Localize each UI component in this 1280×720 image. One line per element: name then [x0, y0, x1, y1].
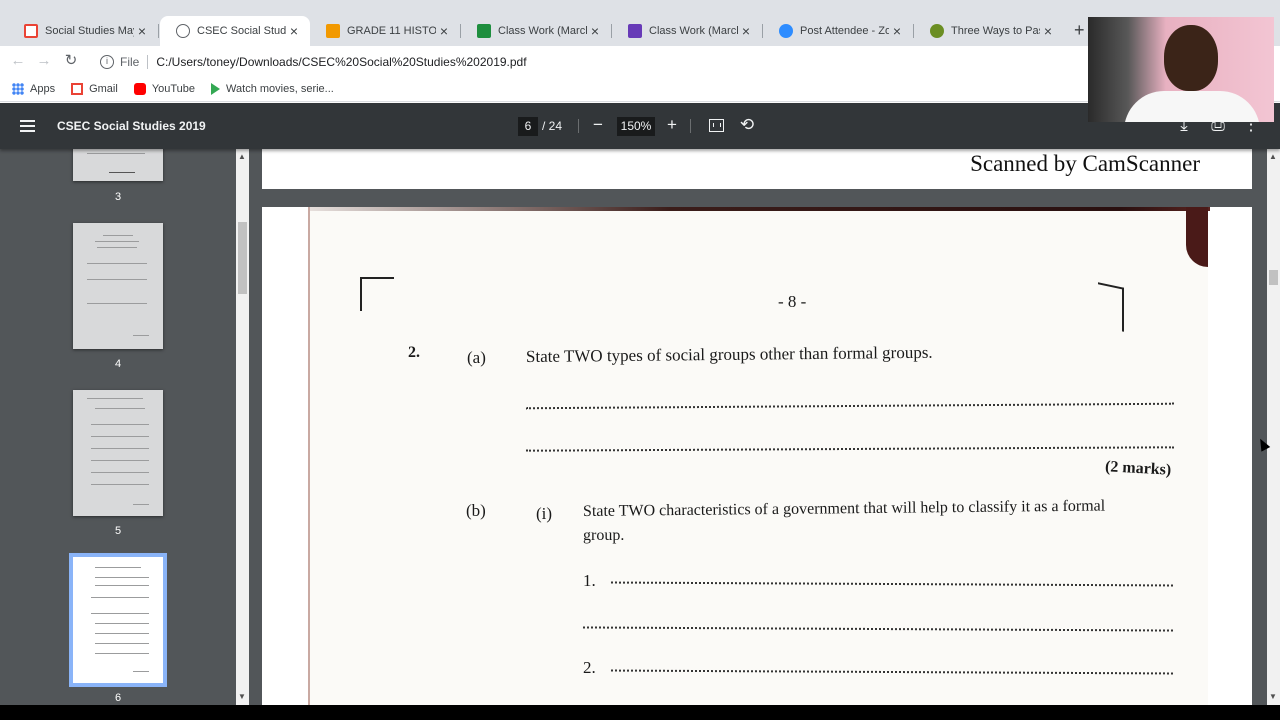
zoom-out-button[interactable]: −: [588, 115, 608, 135]
close-tab-icon[interactable]: ×: [587, 23, 603, 39]
gmail-icon: [24, 24, 38, 38]
presenter-head: [1164, 25, 1218, 91]
close-tab-icon[interactable]: ×: [738, 23, 754, 39]
tab-zoom[interactable]: Post Attendee - Zoom ×: [763, 16, 914, 46]
page-number-input[interactable]: 6: [518, 117, 538, 136]
thumbnail-page-6[interactable]: [69, 553, 167, 687]
close-tab-icon[interactable]: ×: [134, 23, 150, 39]
camscanner-watermark: Scanned by CamScanner: [970, 151, 1200, 176]
close-tab-icon[interactable]: ×: [436, 23, 452, 39]
bookmark-label: Watch movies, serie...: [226, 82, 334, 95]
tab-classwork-1[interactable]: Class Work (March 9, ×: [461, 16, 612, 46]
webcam-overlay: [1088, 17, 1274, 122]
scroll-down-arrow-icon[interactable]: ▼: [238, 692, 246, 701]
gmail-icon: [71, 82, 84, 95]
marks-label: (2 marks): [1104, 458, 1172, 479]
close-tab-icon[interactable]: ×: [889, 23, 905, 39]
back-button[interactable]: ←: [8, 51, 28, 71]
tab-title: Social Studies May 20: [45, 25, 134, 37]
forward-button[interactable]: →: [34, 51, 54, 71]
url-text[interactable]: C:/Users/toney/Downloads/CSEC%20Social%2…: [156, 55, 526, 69]
close-tab-icon[interactable]: ×: [286, 23, 302, 39]
zoom-level-input[interactable]: 150%: [617, 117, 655, 136]
zoom-icon: [779, 24, 793, 38]
sidebar-scroll-thumb[interactable]: [238, 222, 247, 294]
thumbnail-sidebar: 3 4 5 6: [0, 149, 236, 720]
forms-icon: [628, 24, 642, 38]
new-tab-button[interactable]: +: [1074, 20, 1085, 41]
site-icon: [930, 24, 944, 38]
thumbnail-page-5[interactable]: [73, 390, 163, 516]
answer-item-1: 1.: [583, 571, 596, 590]
address-bar[interactable]: i File C:/Users/toney/Downloads/CSEC%20S…: [94, 49, 1094, 75]
bookmark-label: YouTube: [151, 82, 196, 95]
reload-button[interactable]: ↻: [61, 51, 81, 71]
rotate-icon[interactable]: ⟲: [737, 115, 757, 135]
thumbnail-label: 4: [114, 358, 122, 370]
bookmark-label: Apps: [30, 82, 56, 95]
bookmark-watch-movies[interactable]: Watch movies, serie...: [211, 82, 334, 95]
zoom-in-button[interactable]: +: [662, 115, 682, 135]
part-b-label: (b): [466, 501, 486, 520]
thumbnail-label: 6: [114, 692, 122, 704]
scroll-down-arrow-icon[interactable]: ▼: [1269, 692, 1277, 701]
document-title: CSEC Social Studies 2019: [57, 119, 206, 133]
scroll-up-arrow-icon[interactable]: ▲: [238, 152, 246, 161]
document-scroll-thumb[interactable]: [1269, 270, 1278, 285]
bottom-edge: [0, 705, 1280, 720]
info-icon[interactable]: i: [100, 55, 114, 69]
apps-grid-icon: [12, 82, 24, 95]
thumbnail-page-4[interactable]: [73, 223, 163, 349]
part-a-question: State TWO types of social groups other t…: [525, 342, 933, 366]
thumbnail-label: 3: [114, 191, 122, 203]
thumbnail-label: 5: [114, 525, 122, 537]
thumbnail-page-3[interactable]: [73, 149, 163, 181]
tab-three-ways[interactable]: Three Ways to Pass De ×: [914, 16, 1064, 46]
menu-icon[interactable]: [20, 120, 35, 132]
bookmark-gmail[interactable]: Gmail: [71, 82, 118, 95]
bookmark-label: Gmail: [89, 82, 118, 95]
document-scrollbar[interactable]: [1267, 149, 1280, 705]
document-viewer[interactable]: Scanned by CamScanner - 8 - 2. (a) State…: [249, 149, 1267, 705]
bookmark-youtube[interactable]: YouTube: [133, 82, 196, 95]
part-a-label: (a): [467, 348, 486, 367]
page-6: - 8 - 2. (a) State TWO types of social g…: [262, 207, 1252, 705]
part-b-i-label: (i): [536, 504, 553, 523]
answer-item-2: 2.: [583, 658, 596, 677]
page-marker: - 8 -: [778, 292, 807, 311]
presenter-shirt: [1124, 91, 1260, 122]
tab-title: Three Ways to Pass De: [951, 25, 1040, 37]
globe-icon: [176, 24, 190, 38]
classroom-icon: [477, 24, 491, 38]
close-tab-icon[interactable]: ×: [1040, 23, 1056, 39]
page-5: Scanned by CamScanner: [262, 149, 1252, 189]
youtube-icon: [133, 82, 146, 95]
tab-title: Post Attendee - Zoom: [800, 25, 889, 37]
tab-classwork-2[interactable]: Class Work (March 9, ×: [612, 16, 763, 46]
slides-icon: [326, 24, 340, 38]
corner-mark: [1098, 282, 1124, 332]
scheme-label: File: [120, 55, 140, 69]
tab-gmail[interactable]: Social Studies May 20 ×: [8, 16, 159, 46]
tab-history[interactable]: GRADE 11 HISTORY N ×: [310, 16, 461, 46]
tab-csec-pdf[interactable]: CSEC Social Studies 2 ×: [160, 16, 310, 46]
tab-title: CSEC Social Studies 2: [197, 25, 286, 37]
part-b-i-question-cont: group.: [583, 527, 625, 544]
play-icon: [211, 82, 221, 95]
corner-mark: [360, 277, 394, 311]
scroll-up-arrow-icon[interactable]: ▲: [1269, 152, 1277, 161]
tab-title: Class Work (March 9,: [498, 25, 587, 37]
tab-title: Class Work (March 9,: [649, 25, 738, 37]
bookmark-apps[interactable]: Apps: [12, 82, 56, 95]
tab-title: GRADE 11 HISTORY N: [347, 25, 436, 37]
fit-page-icon[interactable]: [709, 119, 724, 132]
question-number: 2.: [408, 344, 420, 361]
page-total: / 24: [542, 119, 563, 133]
